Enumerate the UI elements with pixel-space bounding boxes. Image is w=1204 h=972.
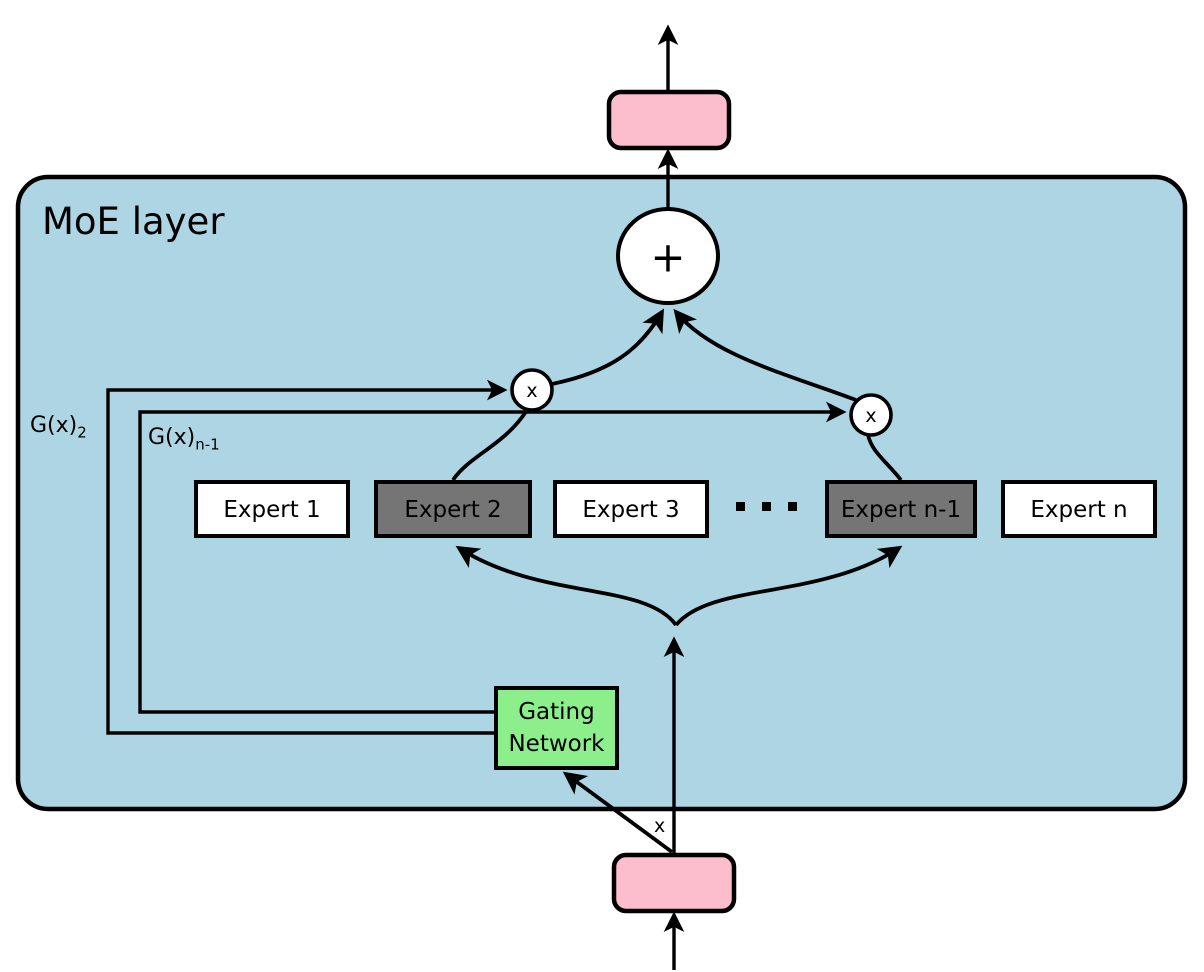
expert-label-3: Expert 3 [582,497,679,523]
gate-weight-label-gxn1: G(x)n-1 [148,427,220,452]
expert-label-2: Expert 2 [404,497,501,523]
gate-weight-subscript: n-1 [195,435,220,454]
input-block [611,852,737,914]
ellipsis-dot [736,502,745,511]
multiply-symbol-1: x [526,380,537,402]
diagram-svg: + x x Expert 1 Expert 2 Expert 3 Expert … [15,24,1188,970]
ellipsis-dot [788,502,797,511]
gate-weight-subscript: 2 [77,423,87,442]
gate-weight-base: G(x) [30,413,78,438]
multiply-symbol-2: x [865,405,876,427]
expert-label-1: Expert 1 [223,497,320,523]
gate-weight-base: G(x) [148,425,196,450]
expert-label-5: Expert n [1030,497,1127,523]
gating-network-label-line2: Network [508,731,605,757]
diagram-canvas: + x x Expert 1 Expert 2 Expert 3 Expert … [0,0,1204,972]
sum-symbol: + [650,233,685,282]
expert-label-4: Expert n-1 [841,497,961,523]
ellipsis-dot [762,502,771,511]
gating-network-label-line1: Gating [518,699,595,725]
gate-weight-label-gx2: G(x)2 [30,415,87,440]
input-x-label: x [654,815,666,837]
moe-layer-title: MoE layer [42,200,225,243]
output-block [606,89,732,151]
